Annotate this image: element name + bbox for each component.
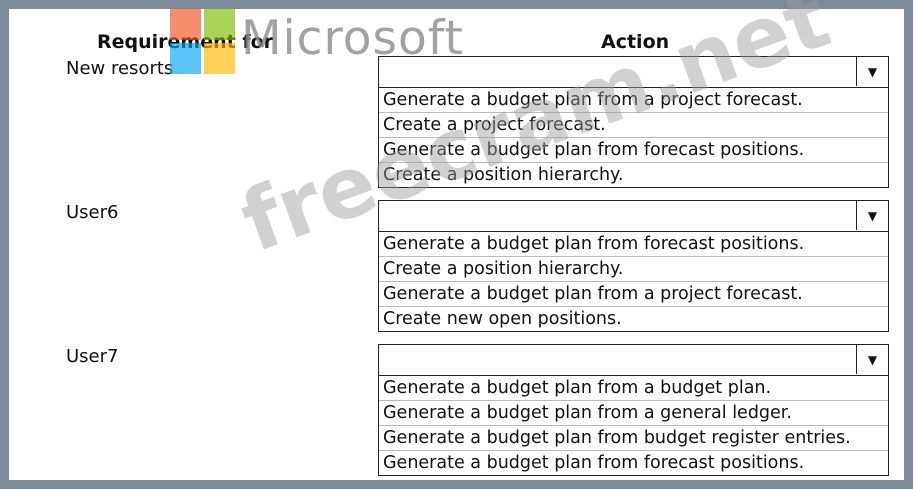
dropdown-option[interactable]: Generate a budget plan from forecast pos… [379,138,888,163]
action-dropdown-user7[interactable]: ▼ Generate a budget plan from a budget p… [378,344,889,476]
dropdown-option[interactable]: Generate a budget plan from forecast pos… [379,232,888,257]
dropdown-option[interactable]: Generate a budget plan from a project fo… [379,282,888,307]
dropdown-select-box[interactable]: ▼ [379,345,888,376]
dropdown-option[interactable]: Generate a budget plan from a general le… [379,401,888,426]
hotspot-panel: Requirement for Action New resorts ▼ Gen… [9,0,904,480]
dropdown-option[interactable]: Create new open positions. [379,307,888,331]
action-header: Action [601,31,670,53]
requirement-header: Requirement for [97,31,274,53]
row-label-user6: User6 [66,202,119,223]
action-dropdown-user6[interactable]: ▼ Generate a budget plan from forecast p… [378,200,889,332]
dropdown-option[interactable]: Create a position hierarchy. [379,163,888,187]
action-dropdown-new-resorts[interactable]: ▼ Generate a budget plan from a project … [378,56,889,188]
dropdown-option[interactable]: Generate a budget plan from forecast pos… [379,451,888,475]
dropdown-select-box[interactable]: ▼ [379,201,888,232]
row-label-user7: User7 [66,346,119,367]
dropdown-option[interactable]: Generate a budget plan from a project fo… [379,88,888,113]
chevron-down-icon[interactable]: ▼ [856,57,888,86]
dropdown-option[interactable]: Generate a budget plan from budget regis… [379,426,888,451]
dropdown-option[interactable]: Create a position hierarchy. [379,257,888,282]
dropdown-select-box[interactable]: ▼ [379,57,888,88]
row-label-new-resorts: New resorts [66,58,174,79]
dropdown-option[interactable]: Create a project forecast. [379,113,888,138]
dropdown-option[interactable]: Generate a budget plan from a budget pla… [379,376,888,401]
chevron-down-icon[interactable]: ▼ [856,345,888,374]
chevron-down-icon[interactable]: ▼ [856,201,888,230]
